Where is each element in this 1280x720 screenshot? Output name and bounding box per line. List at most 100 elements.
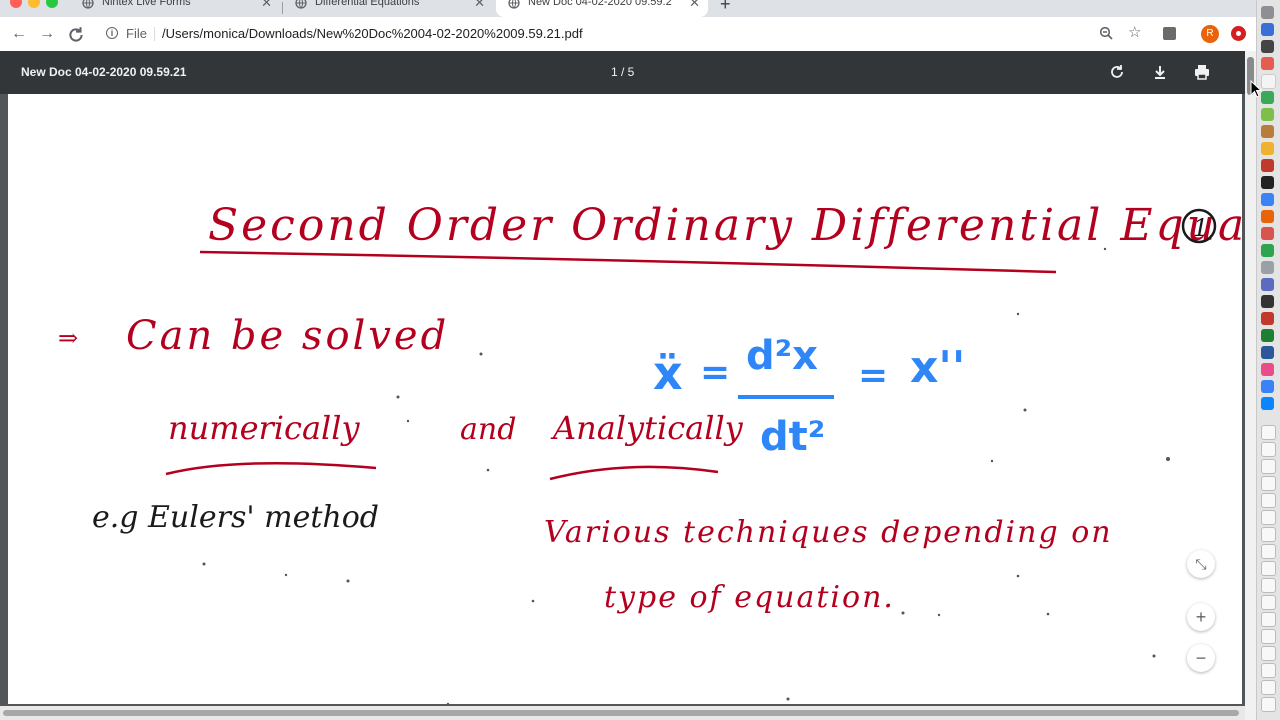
app-icon[interactable] (1261, 261, 1274, 274)
app-icon[interactable] (1261, 397, 1274, 410)
rotate-icon[interactable] (1106, 61, 1128, 83)
close-tab-icon[interactable]: ✕ (474, 0, 485, 11)
eq-equals-2: = (858, 355, 888, 396)
bullet-arrow: ⇒ (58, 324, 78, 352)
extension-record-icon[interactable] (1231, 26, 1246, 41)
document-icon[interactable] (1261, 493, 1276, 508)
handwritten-notes: Second Order Ordinary Differential Equat… (58, 200, 1242, 704)
safari-icon[interactable] (1261, 23, 1274, 36)
excel-icon[interactable] (1261, 329, 1274, 342)
address-bar[interactable]: i File /Users/monica/Downloads/New%20Doc… (98, 22, 1158, 46)
document-icon[interactable] (1261, 646, 1276, 661)
app-icon[interactable] (1261, 278, 1274, 291)
photos-icon[interactable] (1261, 142, 1274, 155)
document-icon[interactable] (1261, 476, 1276, 491)
document-icon[interactable] (1261, 680, 1276, 695)
eq-equals-1: = (700, 352, 730, 393)
app-icon[interactable] (1261, 227, 1274, 240)
reload-icon[interactable] (67, 26, 85, 44)
document-icon[interactable] (1261, 459, 1276, 474)
document-icon[interactable] (1261, 527, 1276, 542)
fit-page-button[interactable]: ⤡ (1187, 550, 1215, 578)
tab-strip: Nintex Live Forms ✕ Differential Equatio… (0, 0, 1256, 17)
tab-nintex[interactable]: Nintex Live Forms ✕ (70, 0, 280, 17)
close-tab-icon[interactable]: ✕ (689, 0, 700, 11)
zoom-icon[interactable] (1099, 26, 1113, 40)
horizontal-scrollbar[interactable] (0, 706, 1245, 720)
document-icon[interactable] (1261, 663, 1276, 678)
url-scheme: File (126, 26, 147, 41)
close-tab-icon[interactable]: ✕ (261, 0, 272, 11)
info-icon[interactable]: i (106, 27, 118, 39)
globe-icon (295, 0, 307, 9)
example-text: e.g Eulers' method (92, 500, 379, 535)
app-store-icon[interactable] (1261, 193, 1274, 206)
pdf-page: Second Order Ordinary Differential Equat… (8, 94, 1242, 704)
analytically-text: Analytically (550, 409, 744, 447)
document-icon[interactable] (1261, 544, 1276, 559)
tab-label: Nintex Live Forms (102, 0, 191, 8)
forward-button[interactable]: → (38, 25, 56, 43)
analytically-brace (549, 465, 719, 481)
profile-avatar[interactable]: R (1201, 25, 1219, 43)
document-icon[interactable] (1261, 595, 1276, 610)
contacts-icon[interactable] (1261, 125, 1274, 138)
eq-numerator: d²x (746, 333, 818, 379)
browser-toolbar: ← → i File /Users/monica/Downloads/New%2… (0, 17, 1256, 52)
maximize-window-button[interactable] (46, 0, 58, 8)
app-icon[interactable] (1261, 380, 1274, 393)
tab-differential-equations[interactable]: Differential Equations ✕ (283, 0, 493, 17)
notes-icon[interactable] (1261, 74, 1276, 89)
app-icon[interactable] (1261, 159, 1274, 172)
tab-pdf-active[interactable]: New Doc 04-02-2020 09.59.2 ✕ (496, 0, 708, 17)
print-icon[interactable] (1191, 61, 1213, 83)
document-icon[interactable] (1261, 629, 1276, 644)
document-icon[interactable] (1261, 425, 1276, 440)
minimize-window-button[interactable] (28, 0, 40, 8)
numerically-brace (165, 461, 377, 476)
finder-icon[interactable] (1261, 6, 1274, 19)
document-icon[interactable] (1261, 612, 1276, 627)
url-text[interactable]: /Users/monica/Downloads/New%20Doc%2004-0… (162, 26, 583, 41)
app-icon[interactable] (1261, 295, 1274, 308)
globe-icon (508, 0, 520, 9)
globe-icon (82, 0, 94, 9)
word-icon[interactable] (1261, 346, 1274, 359)
bullet-text: Can be solved (126, 313, 449, 359)
horizontal-scrollbar-thumb[interactable] (3, 710, 1239, 716)
vertical-scrollbar[interactable] (1245, 51, 1256, 720)
zoom-out-button[interactable]: − (1187, 644, 1215, 672)
powerpoint-icon[interactable] (1261, 312, 1274, 325)
zoom-in-button[interactable]: + (1187, 603, 1215, 631)
calendar-icon[interactable] (1261, 57, 1274, 70)
maps-icon[interactable] (1261, 108, 1274, 121)
terminal-icon[interactable] (1261, 176, 1274, 189)
document-icon[interactable] (1261, 578, 1276, 593)
document-icon[interactable] (1261, 442, 1276, 457)
title-underline (199, 250, 1057, 274)
document-icon[interactable] (1261, 561, 1276, 576)
pdf-title: New Doc 04-02-2020 09.59.21 (21, 65, 187, 79)
techniques-line2: type of equation. (604, 580, 895, 615)
divider (154, 27, 155, 41)
pdf-content-area[interactable]: Second Order Ordinary Differential Equat… (0, 94, 1245, 720)
download-icon[interactable] (1149, 61, 1171, 83)
new-tab-button[interactable]: + (720, 0, 731, 15)
eq-denominator: dt² (760, 414, 825, 460)
launchpad-icon[interactable] (1261, 40, 1274, 53)
app-icon[interactable] (1261, 244, 1274, 257)
page-number: 1 (1193, 214, 1208, 242)
back-button[interactable]: ← (10, 25, 28, 43)
tab-label: New Doc 04-02-2020 09.59.2 (528, 0, 672, 8)
bookmark-star-icon[interactable]: ☆ (1128, 23, 1141, 41)
document-icon[interactable] (1261, 697, 1276, 712)
document-icon[interactable] (1261, 510, 1276, 525)
extension-icon[interactable] (1163, 27, 1176, 40)
close-window-button[interactable] (10, 0, 22, 8)
page-indicator: 1 / 5 (611, 65, 635, 79)
messages-icon[interactable] (1261, 91, 1274, 104)
numerically-text: numerically (168, 409, 361, 447)
eq-rhs: x'' (910, 342, 965, 393)
music-icon[interactable] (1261, 363, 1274, 376)
chrome-icon[interactable] (1261, 210, 1274, 223)
